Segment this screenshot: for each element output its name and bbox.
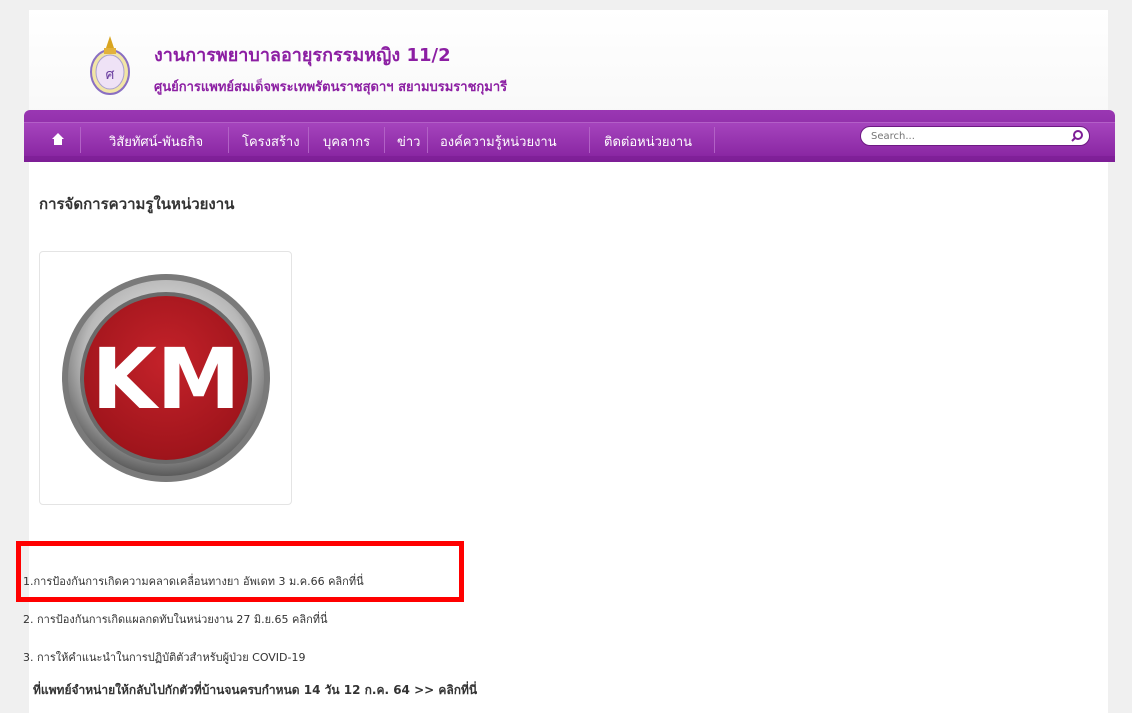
nav-separator	[589, 127, 590, 153]
search-input[interactable]	[871, 129, 1061, 144]
main-content: การจัดการความรูในหน่วยงาน KM 1.การป้องกั…	[16, 162, 1108, 713]
click-here-link[interactable]: คลิกที่นี่	[438, 683, 477, 697]
km-logo-image: KM	[62, 274, 270, 482]
site-title[interactable]: งานการพยาบาลอายุรกรรมหญิง 11/2	[154, 40, 451, 69]
nav-separator	[308, 127, 309, 153]
nav-item-personnel[interactable]: บุคลากร	[323, 131, 370, 152]
nav-separator	[384, 127, 385, 153]
list-item-text: 1.การป้องกันการเกิดความคลาดเคลื่อนทางยา …	[23, 575, 329, 588]
nav-item-news[interactable]: ข่าว	[397, 131, 421, 152]
list-item: ที่แพทย์จำหน่ายให้กลับไปกักตัวที่บ้านจนค…	[33, 681, 477, 700]
list-item: 1.การป้องกันการเกิดความคลาดเคลื่อนทางยา …	[23, 572, 364, 590]
km-image-frame: KM	[39, 251, 292, 505]
list-item-text: ที่แพทย์จำหน่ายให้กลับไปกักตัวที่บ้านจนค…	[33, 683, 439, 697]
nav-separator	[228, 127, 229, 153]
click-here-link[interactable]: คลิกที่นี่	[292, 613, 328, 626]
nav-separator	[80, 127, 81, 153]
nav-bar-inner: วิสัยทัศน์-พันธกิจ โครงสร้าง บุคลากร ข่า…	[24, 122, 1115, 156]
nav-item-knowledge[interactable]: องค์ความรู้หน่วยงาน	[440, 131, 557, 152]
search-box	[860, 126, 1090, 146]
nav-item-contact[interactable]: ติดต่อหน่วยงาน	[604, 131, 692, 152]
nav-item-vision[interactable]: วิสัยทัศน์-พันธกิจ	[109, 131, 203, 152]
list-item: 3. การให้คำแนะนำในการปฏิบัติตัวสำหรับผู้…	[23, 648, 306, 666]
nav-separator	[427, 127, 428, 153]
list-item-text: 2. การป้องกันการเกิดแผลกดทับในหน่วยงาน 2…	[23, 613, 293, 626]
search-icon[interactable]	[1070, 129, 1084, 143]
site-header: ศ งานการพยาบาลอายุรกรรมหญิง 11/2 ศูนย์กา…	[29, 10, 1108, 118]
list-item-text: 3. การให้คำแนะนำในการปฏิบัติตัวสำหรับผู้…	[23, 651, 306, 664]
km-logo-text: KM	[92, 330, 241, 428]
svg-text:ศ: ศ	[106, 67, 115, 83]
home-icon[interactable]	[51, 132, 65, 146]
institution-logo[interactable]: ศ	[89, 34, 131, 96]
site-subtitle: ศูนย์การแพทย์สมเด็จพระเทพรัตนราชสุดาฯ สย…	[154, 80, 508, 95]
nav-item-structure[interactable]: โครงสร้าง	[242, 131, 300, 152]
list-item: 2. การป้องกันการเกิดแผลกดทับในหน่วยงาน 2…	[23, 610, 328, 628]
nav-separator	[714, 127, 715, 153]
click-here-link[interactable]: คลิกที่นี่	[328, 575, 364, 588]
main-navigation: วิสัยทัศน์-พันธกิจ โครงสร้าง บุคลากร ข่า…	[24, 110, 1115, 162]
page-title: การจัดการความรูในหน่วยงาน	[39, 195, 235, 213]
